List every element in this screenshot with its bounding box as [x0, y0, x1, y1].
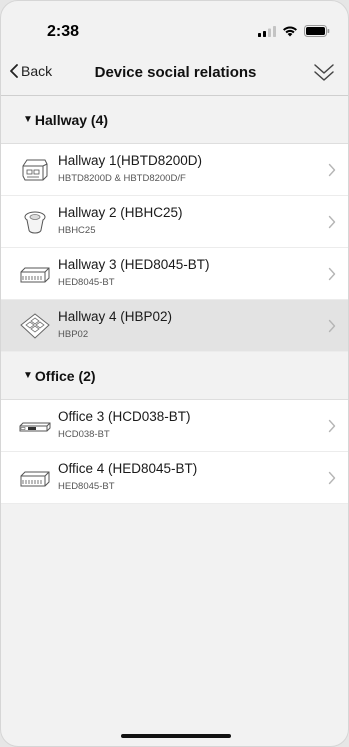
chevron-right-icon: [328, 267, 336, 281]
device-row-hallway-3[interactable]: Hallway 3 (HED8045-BT) HED8045-BT: [1, 248, 348, 300]
battery-icon: [304, 25, 330, 37]
device-name: Office 4 (HED8045-BT): [58, 461, 198, 476]
signal-icon: [258, 25, 276, 37]
device-name: Office 3 (HCD038-BT): [58, 409, 191, 424]
device-model: HED8045-BT: [58, 481, 115, 492]
device-row-hallway-1[interactable]: Hallway 1(HBTD8200D) HBTD8200D & HBTD820…: [1, 144, 348, 196]
caret-down-icon: ▼: [23, 370, 33, 381]
wifi-icon: [283, 26, 297, 37]
device-model: HBP02: [58, 329, 89, 340]
chevron-right-icon: [328, 215, 336, 229]
group-header-hallway[interactable]: ▼ Hallway (4): [1, 96, 348, 144]
app-screen: 2:38 Back Device social relations ▼ Hall…: [0, 0, 349, 747]
page-title: Device social relations: [94, 64, 257, 81]
chevron-right-icon: [328, 471, 336, 485]
device-name: Hallway 4 (HBP02): [58, 309, 173, 324]
group-label: Office (2): [34, 367, 96, 384]
device-model: HCD038-BT: [58, 429, 110, 440]
led-driver-icon: [20, 471, 50, 487]
device-model: HED8045-BT: [58, 277, 115, 288]
device-name: Hallway 1(HBTD8200D): [58, 153, 203, 168]
device-model: HBHC25: [58, 225, 96, 236]
ceiling-sensor-icon: [24, 211, 46, 234]
din-rail-module-icon: [22, 159, 48, 181]
navigation-bar: Back Device social relations: [1, 53, 348, 95]
device-row-office-4[interactable]: Office 4 (HED8045-BT) HED8045-BT: [1, 452, 348, 504]
push-button-panel-icon: [20, 313, 50, 339]
status-bar: 2:38: [1, 1, 348, 53]
device-name: Hallway 3 (HED8045-BT): [58, 257, 210, 272]
device-name: Hallway 2 (HBHC25): [58, 205, 183, 220]
double-chevron-down-icon[interactable]: [312, 62, 336, 84]
device-list: ▼ Hallway (4) Hallway 1(HBTD8200D) HBTD8…: [1, 96, 348, 504]
caret-down-icon: ▼: [23, 114, 33, 125]
device-row-hallway-2[interactable]: Hallway 2 (HBHC25) HBHC25: [1, 196, 348, 248]
status-icons: [258, 25, 330, 37]
home-indicator[interactable]: [121, 734, 231, 738]
device-model: HBTD8200D & HBTD8200D/F: [58, 173, 186, 184]
device-row-office-3[interactable]: Office 3 (HCD038-BT) HCD038-BT: [1, 400, 348, 452]
device-row-hallway-4[interactable]: Hallway 4 (HBP02) HBP02: [1, 300, 348, 352]
chevron-right-icon: [328, 319, 336, 333]
status-time: 2:38: [47, 23, 80, 40]
linear-driver-icon: [19, 422, 51, 432]
chevron-right-icon: [328, 419, 336, 433]
led-driver-icon: [20, 267, 50, 283]
chevron-right-icon: [328, 163, 336, 177]
group-label: Hallway (4): [34, 111, 109, 128]
group-header-office[interactable]: ▼ Office (2): [1, 352, 348, 400]
